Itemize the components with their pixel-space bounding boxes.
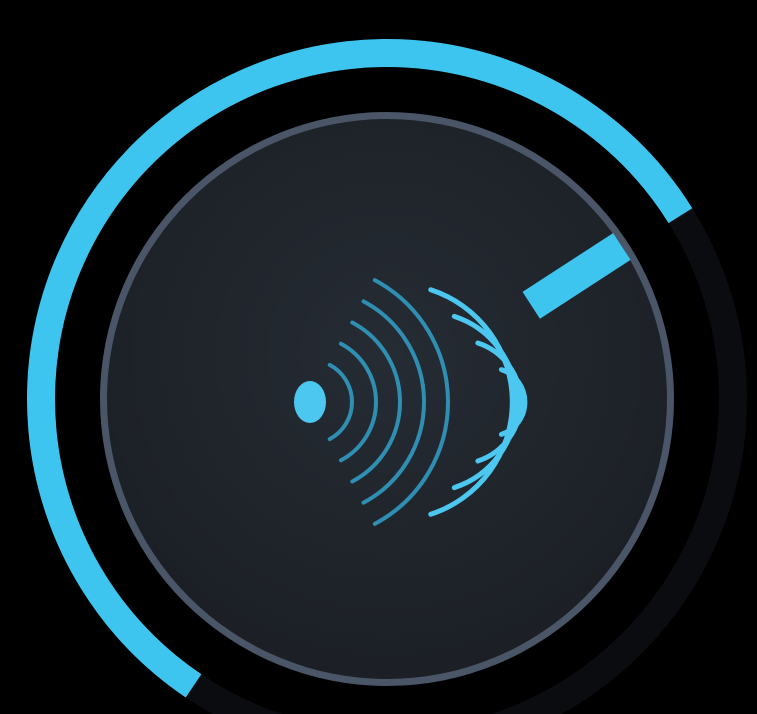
- echo-source-dot: [294, 381, 326, 423]
- knob-control[interactable]: [0, 0, 757, 714]
- plugin-knob-panel: [0, 0, 757, 714]
- knob-face[interactable]: [107, 119, 667, 679]
